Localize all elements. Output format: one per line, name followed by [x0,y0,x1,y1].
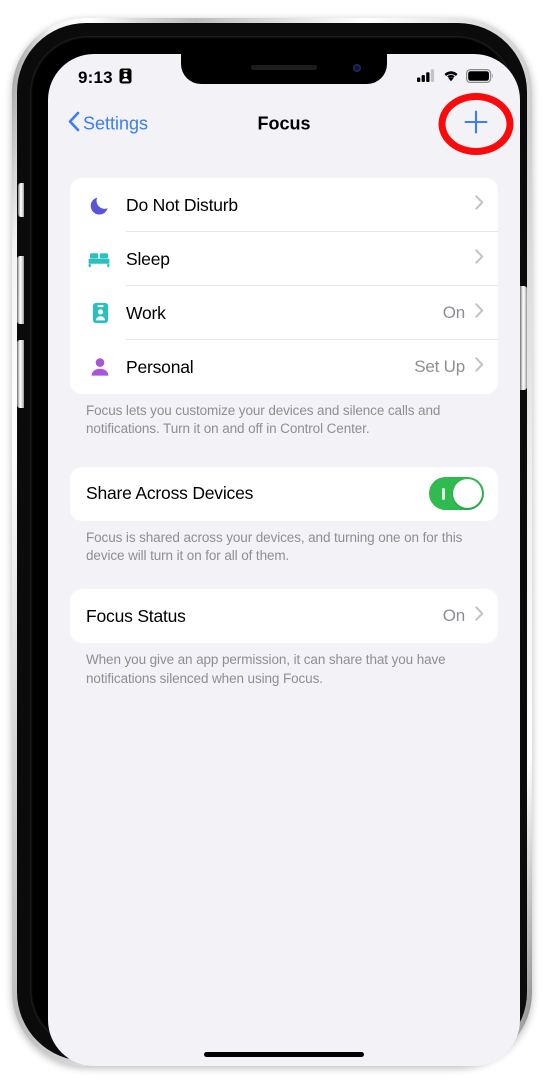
share-across-devices-label: Share Across Devices [86,483,254,504]
spacer-top [70,150,498,178]
phone-screen: 9:13 Settings Focus Do Not Disturb Sleep… [48,54,520,1066]
focus-row-do-not-disturb[interactable]: Do Not Disturb [70,178,498,232]
navigation-bar: Settings Focus [48,93,520,155]
chevron-right-icon [475,303,484,323]
focus-status-value: On [442,606,465,626]
wifi-icon [442,69,460,87]
phone-frame: 9:13 Settings Focus Do Not Disturb Sleep… [12,18,532,1066]
bed-icon [86,249,114,269]
page-title: Focus [257,113,311,134]
home-indicator[interactable] [204,1052,364,1057]
chevron-right-icon [475,195,484,215]
focus-status-label: Focus Status [86,605,186,626]
settings-content: Do Not Disturb Sleep Work On Personal Se… [48,150,520,1066]
toggle-knob [453,479,482,509]
focus-status-row[interactable]: Focus Status On [70,589,498,643]
focus-list-footnote: Focus lets you customize your devices an… [86,403,441,437]
focus-row-value: On [442,303,465,322]
cellular-signal-icon [417,69,436,87]
focus-row-label: Do Not Disturb [126,194,238,215]
focus-modes-card: Do Not Disturb Sleep Work On Personal Se… [70,178,498,394]
focus-status-footnote: When you give an app permission, it can … [86,652,446,686]
share-across-devices-row[interactable]: Share Across Devices [70,467,498,521]
toggle-on-mark [442,487,445,500]
focus-row-work[interactable]: Work On [70,286,498,340]
volume-down-button[interactable] [17,340,24,408]
moon-icon [86,194,114,216]
mute-switch-button[interactable] [18,183,24,217]
chevron-right-icon [475,606,484,626]
id-badge-icon [119,68,132,89]
status-time: 9:13 [78,68,113,87]
focus-row-value: Set Up [414,357,465,376]
volume-up-button[interactable] [17,256,24,324]
focus-row-label: Personal [126,356,194,377]
focus-row-sleep[interactable]: Sleep [70,232,498,286]
back-button-label: Settings [83,113,149,134]
focus-row-personal[interactable]: Personal Set Up [70,340,498,394]
power-button[interactable] [520,286,527,390]
spacer-status [70,565,498,589]
person-icon [86,356,114,378]
share-section-footnote: Focus is shared across your devices, and… [86,529,463,564]
battery-full-icon [466,68,494,88]
chevron-right-icon [475,249,484,269]
plus-icon [461,107,491,142]
focus-row-label: Sleep [126,248,170,269]
front-camera-icon [353,64,361,72]
focus-status-card: Focus Status On [70,589,498,644]
share-across-devices-toggle[interactable] [429,477,484,511]
add-focus-button[interactable] [438,93,514,155]
chevron-right-icon [475,357,484,377]
notch [181,54,387,84]
back-button-settings[interactable]: Settings [68,111,149,137]
id-badge-icon [86,302,114,324]
share-across-devices-card: Share Across Devices [70,466,498,521]
status-bar-right [417,68,494,88]
chevron-left-icon [68,111,80,137]
spacer-share [70,439,498,467]
status-bar-left: 9:13 [78,68,132,89]
speaker-grille-icon [251,65,317,70]
focus-row-label: Work [126,302,166,323]
